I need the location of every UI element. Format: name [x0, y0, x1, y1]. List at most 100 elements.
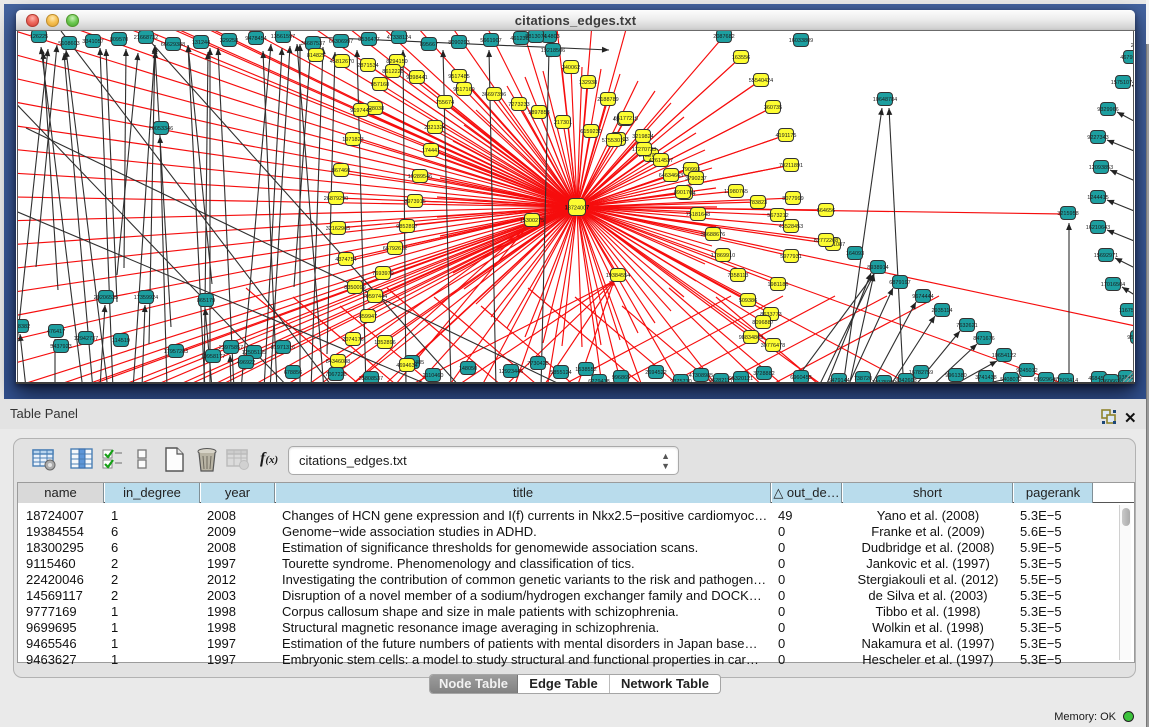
- svg-text:38688676: 38688676: [701, 232, 725, 238]
- svg-text:2110460: 2110460: [422, 373, 443, 379]
- svg-text:20053346: 20053346: [149, 126, 173, 132]
- svg-text:12093853: 12093853: [1089, 165, 1113, 171]
- svg-text:66306997: 66306997: [329, 39, 353, 45]
- svg-text:42614537: 42614537: [649, 158, 673, 164]
- svg-text:476417: 476417: [47, 329, 65, 335]
- svg-text:64634663: 64634663: [659, 173, 683, 179]
- svg-text:4191175: 4191175: [775, 133, 796, 139]
- svg-text:148050: 148050: [459, 366, 477, 372]
- svg-text:3684052: 3684052: [1133, 103, 1134, 109]
- svg-text:81016525: 81016525: [1133, 310, 1134, 316]
- svg-text:20206535: 20206535: [94, 295, 118, 301]
- svg-text:3741438: 3741438: [975, 375, 996, 381]
- svg-text:82772208: 82772208: [814, 238, 838, 244]
- svg-text:7067228: 7067228: [325, 372, 346, 378]
- svg-text:57553014: 57553014: [602, 138, 626, 144]
- svg-text:43528453: 43528453: [779, 224, 803, 230]
- svg-text:8096887: 8096887: [752, 320, 773, 326]
- svg-text:9517485: 9517485: [448, 74, 469, 80]
- svg-text:814825: 814825: [307, 53, 325, 59]
- svg-text:2087682: 2087682: [713, 34, 734, 40]
- svg-text:2188789: 2188789: [597, 97, 618, 103]
- svg-text:2935114: 2935114: [931, 308, 952, 314]
- svg-text:5108603: 5108603: [58, 41, 79, 47]
- svg-text:783823: 783823: [749, 200, 767, 206]
- svg-text:66629388: 66629388: [161, 42, 185, 48]
- svg-text:7273233: 7273233: [508, 102, 529, 108]
- svg-text:36697396: 36697396: [482, 92, 506, 98]
- svg-text:17359924: 17359924: [134, 295, 158, 301]
- svg-text:3342608: 3342608: [895, 378, 916, 382]
- svg-text:15751074: 15751074: [1111, 80, 1134, 86]
- svg-text:45812670: 45812670: [330, 59, 354, 65]
- svg-text:98834863: 98834863: [739, 335, 763, 341]
- svg-text:7730428: 7730428: [527, 361, 548, 367]
- svg-text:70211891: 70211891: [779, 163, 803, 169]
- svg-text:496922: 496922: [237, 360, 255, 366]
- svg-text:6279418: 6279418: [588, 379, 609, 382]
- svg-text:996865: 996865: [612, 375, 630, 381]
- svg-text:164093: 164093: [846, 251, 864, 257]
- svg-text:13561597: 13561597: [271, 34, 295, 40]
- svg-text:17270733: 17270733: [632, 147, 656, 153]
- svg-text:5479144: 5479144: [828, 378, 849, 382]
- svg-text:509386: 509386: [739, 298, 757, 304]
- svg-text:564656: 564656: [817, 208, 835, 214]
- svg-text:12942737: 12942737: [74, 336, 98, 342]
- svg-text:7632621: 7632621: [956, 323, 977, 329]
- svg-text:163556: 163556: [732, 55, 750, 61]
- svg-text:66792612: 66792612: [383, 246, 407, 252]
- svg-text:360735: 360735: [764, 105, 782, 111]
- svg-text:23975857: 23975857: [219, 345, 243, 351]
- svg-text:6159230: 6159230: [580, 129, 601, 135]
- svg-text:9674444: 9674444: [912, 294, 933, 300]
- svg-text:22201654: 22201654: [1131, 43, 1134, 49]
- svg-text:116753: 116753: [1119, 308, 1134, 314]
- svg-text:9197443: 9197443: [350, 108, 371, 114]
- svg-text:1352896: 1352896: [374, 340, 395, 346]
- svg-text:5855124: 5855124: [550, 370, 571, 376]
- svg-text:11980765: 11980765: [724, 189, 748, 195]
- svg-text:1538552: 1538552: [575, 367, 596, 373]
- svg-text:738720: 738720: [854, 376, 872, 382]
- svg-text:32162965: 32162965: [326, 226, 350, 232]
- svg-text:9478454: 9478454: [245, 36, 266, 42]
- svg-text:55540424: 55540424: [749, 78, 773, 84]
- svg-text:2074176: 2074176: [342, 337, 363, 343]
- svg-text:3728882: 3728882: [753, 371, 774, 377]
- svg-text:7358113: 7358113: [727, 273, 748, 279]
- svg-text:9329966: 9329966: [1097, 107, 1118, 113]
- svg-text:16210643: 16210643: [1086, 225, 1110, 231]
- svg-text:7693979: 7693979: [372, 271, 393, 277]
- svg-text:865179: 865179: [197, 298, 215, 304]
- svg-text:70597444: 70597444: [363, 294, 387, 300]
- svg-text:174441: 174441: [422, 148, 440, 154]
- svg-text:17957283: 17957283: [164, 349, 188, 355]
- svg-text:329258: 329258: [220, 38, 238, 44]
- svg-text:96282117: 96282117: [709, 378, 733, 382]
- svg-text:114519: 114519: [112, 338, 130, 344]
- svg-text:19289546: 19289546: [408, 174, 432, 180]
- svg-text:5437923: 5437923: [50, 344, 71, 350]
- svg-text:84346088: 84346088: [326, 359, 350, 365]
- svg-text:809570: 809570: [110, 37, 128, 43]
- svg-text:17869910: 17869910: [711, 253, 735, 259]
- svg-text:15692971: 15692971: [1094, 253, 1118, 259]
- svg-text:8938914: 8938914: [867, 265, 888, 271]
- svg-text:3219824: 3219824: [632, 134, 653, 140]
- svg-text:9245012: 9245012: [1016, 368, 1037, 374]
- svg-text:10654122: 10654122: [992, 353, 1016, 359]
- svg-text:17016504: 17016504: [1101, 282, 1125, 288]
- svg-text:6879197: 6879197: [889, 280, 910, 286]
- svg-text:126225: 126225: [30, 34, 48, 40]
- svg-text:8536477: 8536477: [358, 37, 379, 43]
- svg-text:3341057: 3341057: [82, 39, 103, 45]
- svg-text:36687537: 36687537: [301, 41, 325, 47]
- svg-text:359947: 359947: [359, 314, 377, 320]
- svg-text:5977931: 5977931: [780, 254, 801, 260]
- svg-text:9398441: 9398441: [406, 75, 427, 81]
- svg-text:2694522: 2694522: [645, 370, 666, 376]
- svg-text:26879290: 26879290: [324, 196, 348, 202]
- svg-text:81971316: 81971316: [271, 345, 295, 351]
- svg-text:10648784: 10648784: [873, 97, 897, 103]
